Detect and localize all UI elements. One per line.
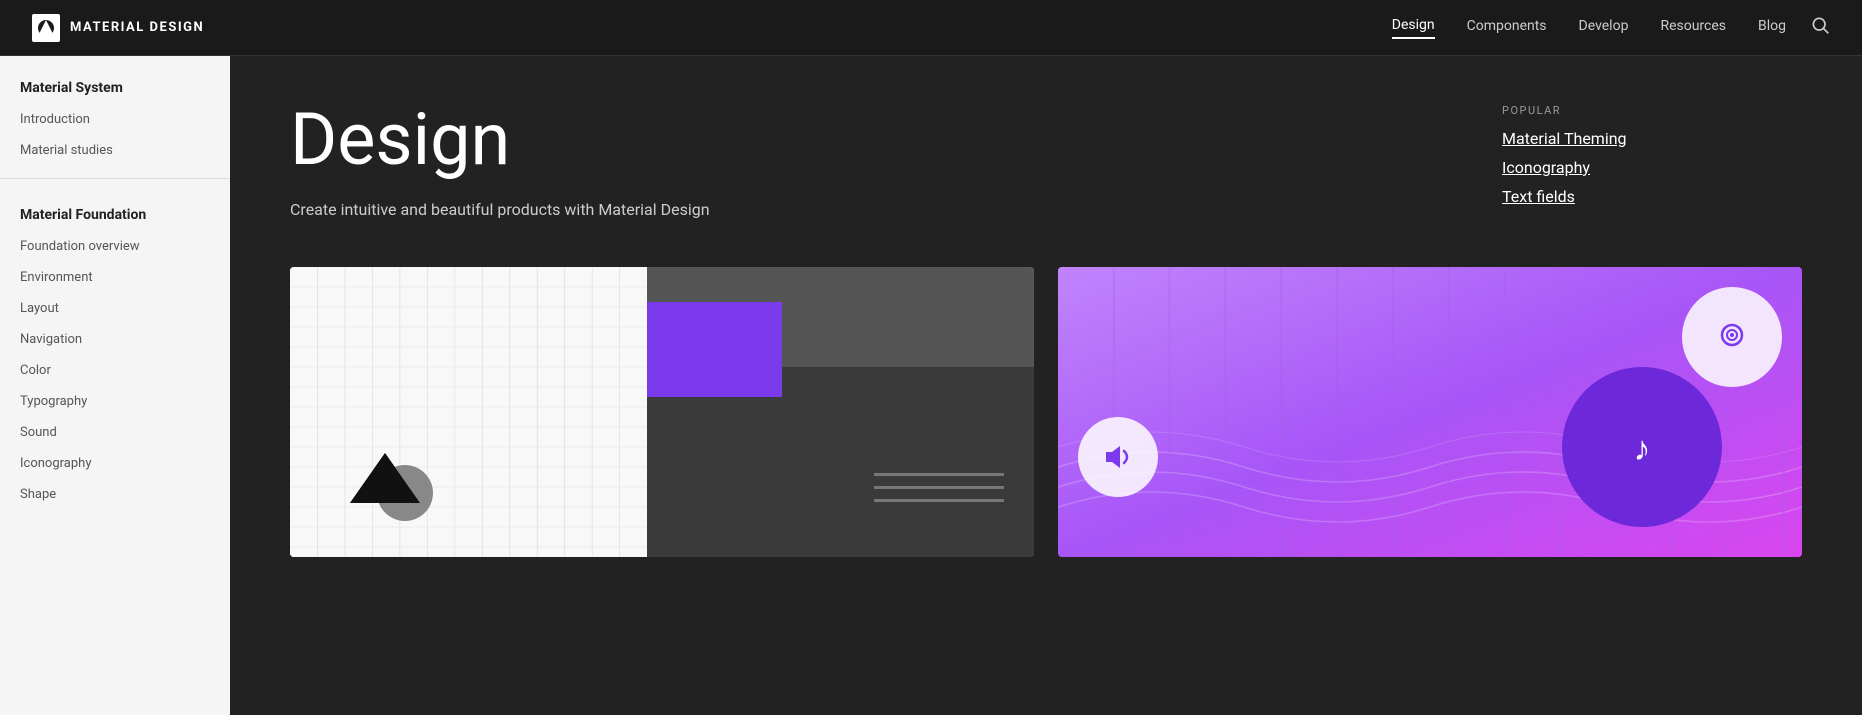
cards-row: ♪: [290, 267, 1802, 557]
nav-develop[interactable]: Develop: [1579, 18, 1629, 38]
sidebar-item-navigation[interactable]: Navigation: [0, 324, 230, 355]
top-navigation: MATERIAL DESIGN Design Components Develo…: [0, 0, 1862, 56]
sidebar-item-introduction[interactable]: Introduction: [0, 104, 230, 135]
sidebar-item-layout[interactable]: Layout: [0, 293, 230, 324]
music-card[interactable]: ♪: [1058, 267, 1802, 557]
purple-block: [647, 302, 782, 397]
sidebar-item-shape[interactable]: Shape: [0, 479, 230, 510]
volume-icon: [1100, 439, 1136, 475]
sidebar-item-color[interactable]: Color: [0, 355, 230, 386]
card-grid-panel: [290, 267, 647, 557]
sidebar-item-environment[interactable]: Environment: [0, 262, 230, 293]
card-dark-panel: [647, 267, 1034, 557]
sidebar-item-foundation-overview[interactable]: Foundation overview: [0, 231, 230, 262]
popular-link-theming[interactable]: Material Theming: [1502, 129, 1802, 148]
sidebar-item-typography[interactable]: Typography: [0, 386, 230, 417]
sidebar: Material System Introduction Material st…: [0, 56, 230, 715]
music-note-icon: ♪: [1607, 412, 1677, 482]
headphone-icon: [1712, 317, 1752, 357]
volume-circle: [1078, 417, 1158, 497]
sidebar-item-material-studies[interactable]: Material studies: [0, 135, 230, 166]
main-layout: Material System Introduction Material st…: [0, 56, 1862, 715]
sidebar-section-material-system: Material System: [0, 64, 230, 104]
logo[interactable]: MATERIAL DESIGN: [32, 14, 204, 42]
headphone-circle: [1682, 287, 1782, 387]
nav-blog[interactable]: Blog: [1758, 18, 1786, 38]
nav-components[interactable]: Components: [1467, 18, 1547, 38]
music-note-circle: ♪: [1562, 367, 1722, 527]
hero-text: Design Create intuitive and beautiful pr…: [290, 104, 1442, 219]
nav-links: Design Components Develop Resources Blog: [1392, 17, 1786, 39]
popular-section: POPULAR Material Theming Iconography Tex…: [1502, 104, 1802, 216]
line-2: [874, 486, 1004, 489]
line-1: [874, 473, 1004, 476]
popular-label: POPULAR: [1502, 104, 1802, 117]
design-shapes: [330, 433, 440, 527]
search-icon[interactable]: [1810, 15, 1830, 40]
sidebar-divider-1: [0, 178, 230, 179]
nav-resources[interactable]: Resources: [1660, 18, 1726, 38]
design-card[interactable]: [290, 267, 1034, 557]
logo-text: MATERIAL DESIGN: [70, 20, 204, 35]
nav-design[interactable]: Design: [1392, 17, 1435, 39]
hero-section: Design Create intuitive and beautiful pr…: [290, 104, 1802, 219]
content-area: Design Create intuitive and beautiful pr…: [230, 56, 1862, 715]
popular-link-text-fields[interactable]: Text fields: [1502, 187, 1802, 206]
page-title: Design: [290, 104, 1442, 176]
card-text-lines: [874, 473, 1004, 502]
popular-link-iconography[interactable]: Iconography: [1502, 158, 1802, 177]
sidebar-item-sound[interactable]: Sound: [0, 417, 230, 448]
sidebar-item-iconography[interactable]: Iconography: [0, 448, 230, 479]
material-logo-icon: [32, 14, 60, 42]
line-3: [874, 499, 1004, 502]
sidebar-section-material-foundation: Material Foundation: [0, 191, 230, 231]
svg-text:♪: ♪: [1634, 429, 1651, 469]
hero-subtitle: Create intuitive and beautiful products …: [290, 200, 1442, 219]
